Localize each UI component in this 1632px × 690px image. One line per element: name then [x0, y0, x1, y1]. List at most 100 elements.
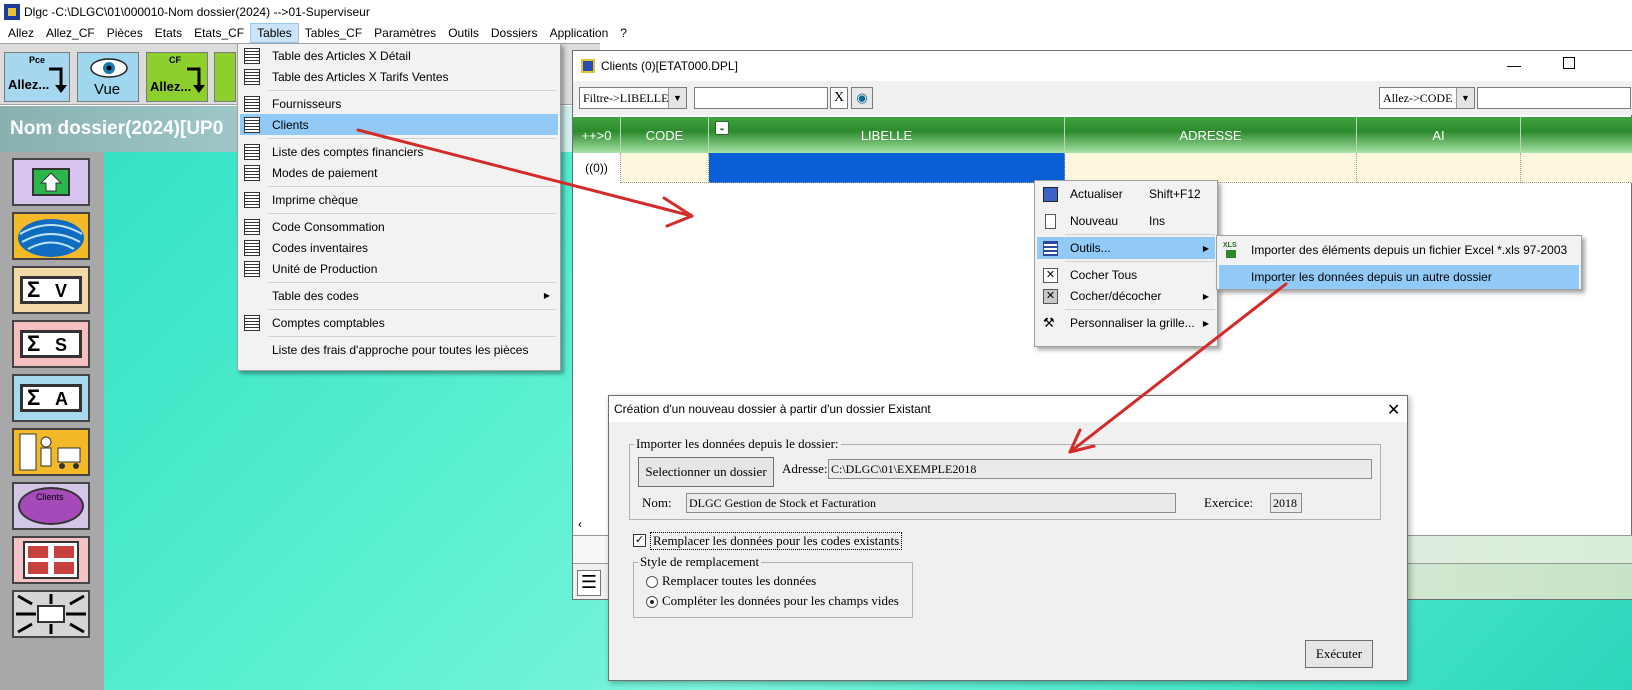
arrow-down-right-icon: [49, 67, 67, 93]
column-header-libelle[interactable]: ◒ LIBELLE: [709, 117, 1065, 153]
filter-input[interactable]: [694, 87, 828, 109]
menu-parametres[interactable]: Paramètres: [368, 23, 442, 43]
menu-item-imprime-cheque[interactable]: Imprime chèque: [240, 189, 558, 210]
context-item-actualiser[interactable]: Actualiser Shift+F12: [1037, 183, 1215, 205]
clients-title: Clients (0)[ETAT000.DPL]: [601, 59, 738, 73]
network-launcher[interactable]: [12, 590, 90, 638]
menu-item-codes-inventaires[interactable]: Codes inventaires: [240, 237, 558, 258]
menu-outils[interactable]: Outils: [442, 23, 485, 43]
submenu-item-import-dossier[interactable]: Importer les données depuis un autre dos…: [1219, 265, 1579, 289]
close-icon[interactable]: ✕: [1387, 400, 1400, 420]
complete-empty-label[interactable]: Compléter les données pour les champs vi…: [662, 593, 899, 609]
menu-tables-cf[interactable]: Tables_CF: [299, 23, 368, 43]
exercice-field[interactable]: 2018: [1270, 493, 1302, 513]
globe-launcher[interactable]: [12, 212, 90, 260]
cf-allez-button[interactable]: CF Allez...: [146, 52, 208, 102]
sigma-v-launcher[interactable]: Σ V: [12, 266, 90, 314]
sigma-a-launcher[interactable]: Σ A: [12, 374, 90, 422]
menu-item-comptes-financiers[interactable]: Liste des comptes financiers: [240, 141, 558, 162]
menu-item-fournisseurs[interactable]: Fournisseurs: [240, 93, 558, 114]
pce-label: Pce: [29, 55, 46, 65]
clients-launcher-label: Clients: [36, 492, 64, 502]
column-header-ai[interactable]: AI: [1357, 117, 1521, 153]
context-item-personnaliser[interactable]: ⚒ Personnaliser la grille... ▶: [1037, 312, 1215, 334]
chevron-down-icon: ▼: [668, 88, 686, 108]
menu-item-frais-approche[interactable]: Liste des frais d'approche pour toutes l…: [240, 339, 558, 360]
replace-codes-label[interactable]: Remplacer les données pour les codes exi…: [650, 532, 903, 550]
menu-item-comptes-comptables[interactable]: Comptes comptables: [240, 312, 558, 333]
select-folder-button[interactable]: Selectionner un dossier: [638, 457, 774, 487]
pce-allez-button[interactable]: Pce Allez...: [4, 52, 70, 102]
tables-dropdown-menu: Table des Articles X Détail Table des Ar…: [237, 43, 561, 371]
replace-all-label[interactable]: Remplacer toutes les données: [662, 573, 816, 589]
clear-filter-button[interactable]: X: [830, 87, 848, 109]
menu-item-code-consommation[interactable]: Code Consommation: [240, 216, 558, 237]
replace-codes-checkbox[interactable]: ✓: [633, 534, 646, 547]
column-header-adresse[interactable]: ADRESSE: [1065, 117, 1357, 153]
eye-icon[interactable]: ◉: [851, 87, 873, 109]
filter-combo[interactable]: Filtre->LIBELLE ▼: [579, 87, 687, 109]
menu-item-articles-detail[interactable]: Table des Articles X Détail: [240, 45, 558, 66]
table-icon: [244, 260, 260, 277]
menu-allez[interactable]: Allez: [2, 23, 40, 43]
replace-all-radio[interactable]: [646, 576, 658, 588]
column-header-next[interactable]: [1521, 117, 1632, 153]
menu-item-clients[interactable]: Clients: [240, 114, 558, 135]
grid-context-menu: Actualiser Shift+F12 Nouveau Ins Outils.…: [1034, 180, 1218, 347]
goto-input[interactable]: [1477, 87, 1631, 109]
home-launcher[interactable]: [12, 158, 90, 206]
table-icon: [244, 164, 260, 181]
context-item-outils[interactable]: Outils... ▶: [1037, 237, 1215, 259]
menu-item-table-des-codes[interactable]: Table des codes ▶: [240, 285, 558, 306]
column-header-counter[interactable]: ++>0: [573, 117, 621, 153]
submenu-arrow-icon: ▶: [1202, 291, 1209, 301]
menu-dossiers[interactable]: Dossiers: [485, 23, 544, 43]
cell-next[interactable]: [1521, 153, 1632, 183]
menu-item-unite-production[interactable]: Unité de Production: [240, 258, 558, 279]
menu-application[interactable]: Application: [544, 23, 615, 43]
menu-separator: [268, 213, 556, 214]
grid-launcher[interactable]: [12, 536, 90, 584]
address-field[interactable]: C:\DLGC\01\EXEMPLE2018: [828, 459, 1372, 479]
menu-lines-icon[interactable]: ☰: [577, 570, 601, 596]
horizontal-scroll-left[interactable]: ‹: [573, 517, 587, 535]
name-field[interactable]: DLGC Gestion de Stock et Facturation: [686, 493, 1176, 513]
menu-pieces[interactable]: Pièces: [101, 23, 149, 43]
cell-libelle-selected[interactable]: [709, 153, 1065, 183]
column-header-code[interactable]: CODE: [621, 117, 709, 153]
vue-label: Vue: [94, 81, 121, 98]
clients-launcher[interactable]: Clients: [12, 482, 90, 530]
minimize-icon[interactable]: —: [1507, 57, 1521, 73]
refresh-icon: [1043, 186, 1058, 202]
cell-adresse[interactable]: [1065, 153, 1357, 183]
submenu-item-import-excel[interactable]: XLS Importer des éléments depuis un fich…: [1219, 238, 1579, 262]
context-item-cocher-decocher[interactable]: ✕ Cocher/décocher ▶: [1037, 285, 1215, 307]
filter-bar: Filtre->LIBELLE ▼ X ◉ Allez->CODE ▼: [573, 81, 1632, 115]
cell-code[interactable]: [621, 153, 709, 183]
globe-icon: [18, 219, 84, 257]
submenu-arrow-icon: ▶: [1202, 318, 1209, 328]
menu-etats[interactable]: Etats: [149, 23, 188, 43]
complete-empty-radio[interactable]: [646, 596, 658, 608]
supplier-launcher[interactable]: [12, 428, 90, 476]
cell-ai[interactable]: [1357, 153, 1521, 183]
toolbar-partial-button[interactable]: [214, 52, 236, 102]
menu-tables[interactable]: Tables: [250, 23, 299, 43]
execute-button[interactable]: Exécuter: [1305, 640, 1373, 668]
table-row[interactable]: ((0)): [573, 153, 1632, 183]
menu-item-articles-tarifs[interactable]: Table des Articles X Tarifs Ventes: [240, 66, 558, 87]
menu-item-modes-paiement[interactable]: Modes de paiement: [240, 162, 558, 183]
menu-allez-cf[interactable]: Allez_CF: [40, 23, 101, 43]
clients-icon: Clients: [18, 487, 84, 525]
context-item-cocher-tous[interactable]: ✕ Cocher Tous: [1037, 264, 1215, 286]
menu-etats-cf[interactable]: Etats_CF: [188, 23, 250, 43]
goto-combo[interactable]: Allez->CODE ▼: [1379, 87, 1475, 109]
replacement-style-legend: Style de remplacement: [638, 554, 762, 570]
sigma-s-launcher[interactable]: Σ S: [12, 320, 90, 368]
menu-help[interactable]: ?: [614, 23, 633, 43]
home-icon: [32, 168, 70, 196]
context-item-nouveau[interactable]: Nouveau Ins: [1037, 210, 1215, 232]
new-document-icon: [1045, 213, 1056, 229]
maximize-icon[interactable]: [1563, 57, 1575, 69]
vue-button[interactable]: Vue: [77, 52, 139, 102]
